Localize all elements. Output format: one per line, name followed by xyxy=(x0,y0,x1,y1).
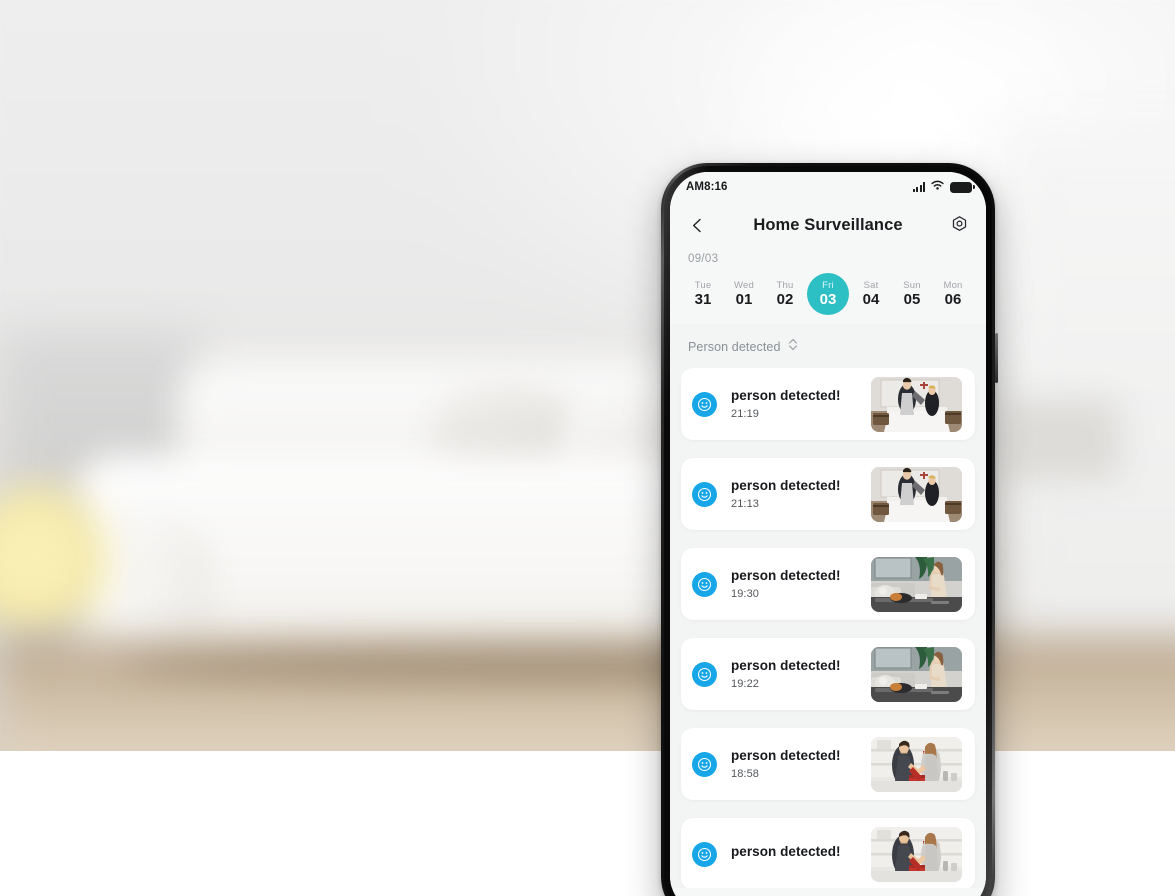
face-detect-icon xyxy=(692,751,717,777)
event-thumbnail-living-room[interactable] xyxy=(871,556,962,612)
day-cell-tue-31[interactable]: Tue 31 xyxy=(684,273,722,315)
day-of-week: Mon xyxy=(943,279,963,291)
filter-sort-control[interactable]: Person detected xyxy=(670,324,986,368)
event-title: person detected! xyxy=(731,844,841,860)
battery-icon xyxy=(950,181,975,193)
event-thumbnail-kitchen[interactable] xyxy=(871,826,962,882)
event-title: person detected! xyxy=(731,658,841,674)
event-thumbnail-bedroom[interactable] xyxy=(871,376,962,432)
event-list-item[interactable]: person detected! 19:22 xyxy=(681,638,975,710)
event-list-item[interactable]: person detected! 21:19 xyxy=(681,368,975,440)
event-text: person detected! 18:58 xyxy=(717,748,871,780)
day-number: 03 xyxy=(819,291,837,309)
event-list-item[interactable]: person detected! xyxy=(681,818,975,888)
day-number: 05 xyxy=(903,291,921,309)
day-cell-sun-05[interactable]: Sun 05 xyxy=(893,273,931,315)
filter-label: Person detected xyxy=(688,340,781,354)
event-text: person detected! 19:30 xyxy=(717,568,871,600)
event-time: 18:58 xyxy=(731,767,760,780)
status-bar: AM8:16 xyxy=(670,172,986,202)
wifi-icon xyxy=(931,178,944,196)
day-number: 02 xyxy=(776,291,794,309)
date-strip: 09/03 Tue 31 Wed 01 Thu 02 Fri 03 Sat 04… xyxy=(670,248,986,324)
hex-settings-icon[interactable] xyxy=(946,212,972,238)
face-detect-icon xyxy=(692,571,717,597)
event-text: person detected! 21:19 xyxy=(717,388,871,420)
day-number: 31 xyxy=(694,291,712,309)
day-cell-sat-04[interactable]: Sat 04 xyxy=(852,273,890,315)
background-room-photo xyxy=(0,0,1175,751)
face-detect-icon xyxy=(692,661,717,687)
event-thumbnail-living-room[interactable] xyxy=(871,646,962,702)
day-row: Tue 31 Wed 01 Thu 02 Fri 03 Sat 04 Sun 0… xyxy=(670,273,986,315)
event-time: 19:22 xyxy=(731,677,760,690)
day-cell-mon-06[interactable]: Mon 06 xyxy=(934,273,972,315)
sort-updown-icon[interactable] xyxy=(788,338,798,356)
event-time: 21:19 xyxy=(731,407,760,420)
app-header: Home Surveillance xyxy=(670,202,986,248)
event-title: person detected! xyxy=(731,478,841,494)
day-of-week: Tue xyxy=(694,279,712,291)
event-list[interactable]: person detected! 21:19 person detected! … xyxy=(670,368,986,888)
day-cell-fri-03-selected[interactable]: Fri 03 xyxy=(807,273,849,315)
chevron-left-icon[interactable] xyxy=(684,212,710,238)
status-icons xyxy=(912,178,975,196)
status-time: AM8:16 xyxy=(686,181,728,193)
day-of-week: Sat xyxy=(863,279,879,291)
page-title: Home Surveillance xyxy=(753,215,903,234)
event-title: person detected! xyxy=(731,388,841,404)
screenshot-canvas: AM8:16 Home Surveillance 09/03 Tue 31 We… xyxy=(0,0,1175,896)
event-thumbnail-bedroom[interactable] xyxy=(871,466,962,522)
event-list-item[interactable]: person detected! 21:13 xyxy=(681,458,975,530)
face-detect-icon xyxy=(692,841,717,867)
event-list-item[interactable]: person detected! 19:30 xyxy=(681,548,975,620)
event-thumbnail-kitchen[interactable] xyxy=(871,736,962,792)
day-of-week: Thu xyxy=(776,279,794,291)
phone-screen: AM8:16 Home Surveillance 09/03 Tue 31 We… xyxy=(670,172,986,896)
event-list-item[interactable]: person detected! 18:58 xyxy=(681,728,975,800)
date-label: 09/03 xyxy=(688,253,719,265)
day-cell-wed-01[interactable]: Wed 01 xyxy=(725,273,763,315)
event-title: person detected! xyxy=(731,748,841,764)
face-detect-icon xyxy=(692,481,717,507)
day-number: 06 xyxy=(944,291,962,309)
day-of-week: Sun xyxy=(903,279,921,291)
event-title: person detected! xyxy=(731,568,841,584)
day-number: 04 xyxy=(862,291,880,309)
event-text: person detected! xyxy=(717,844,871,864)
day-of-week: Wed xyxy=(734,279,754,291)
day-cell-thu-02[interactable]: Thu 02 xyxy=(766,273,804,315)
event-time: 19:30 xyxy=(731,587,760,600)
face-detect-icon xyxy=(692,391,717,417)
phone-mockup: AM8:16 Home Surveillance 09/03 Tue 31 We… xyxy=(661,163,998,896)
event-text: person detected! 21:13 xyxy=(717,478,871,510)
event-text: person detected! 19:22 xyxy=(717,658,871,690)
signal-icon xyxy=(912,182,925,192)
day-number: 01 xyxy=(735,291,753,309)
day-of-week: Fri xyxy=(822,279,834,291)
power-button[interactable] xyxy=(995,333,998,383)
event-time: 21:13 xyxy=(731,497,760,510)
